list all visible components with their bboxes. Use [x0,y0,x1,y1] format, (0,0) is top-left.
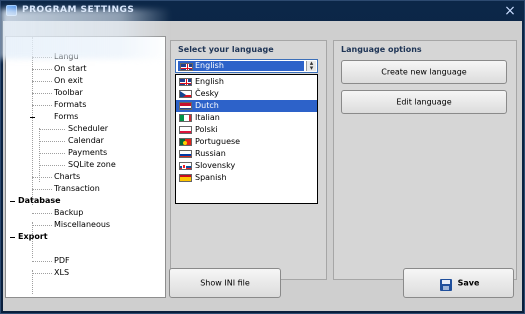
language-option-label: Česky [195,89,219,98]
save-button[interactable]: Save [403,268,514,298]
language-option-dutch[interactable]: Dutch [176,100,317,112]
language-option-italian[interactable]: Italian [176,112,317,124]
tree-item-on-start[interactable]: On start [54,64,87,74]
language-option-czech[interactable]: Česky [176,88,317,100]
blurred-region [1,9,171,59]
chevron-updown-icon[interactable]: ▴ ▾ [306,60,316,72]
language-combobox[interactable]: English ▴ ▾ [175,59,318,73]
save-label: Save [457,278,480,288]
edit-language-label: Edit language [396,97,452,107]
czech-flag-icon [179,90,192,98]
tree-item-xls[interactable]: XLS [54,268,69,278]
tree-item-miscellaneous[interactable]: Miscellaneous [54,220,110,230]
language-option-polski[interactable]: Polski [176,124,317,136]
tree-item-payments[interactable]: Payments [68,148,107,158]
language-select-group: Select your language English ▴ ▾ English… [170,40,327,280]
edit-language-button[interactable]: Edit language [341,90,507,114]
language-option-label: Polski [195,125,218,134]
dutch-flag-icon [179,102,192,110]
client-area: Langu On start On exit Toolbar Formats F… [3,21,522,311]
russian-flag-icon [179,150,192,158]
combo-selected-value: English [178,61,304,71]
collapse-icon[interactable] [10,237,15,238]
language-option-label: Italian [195,113,220,122]
collapse-icon[interactable] [10,201,15,202]
tree-item-formats[interactable]: Formats [54,100,86,110]
language-options-group: Language options Create new language Edi… [333,40,517,280]
language-option-portuguese[interactable]: Portuguese [176,136,317,148]
spanish-flag-icon [179,174,192,182]
polish-flag-icon [179,126,192,134]
settings-window: PROGRAM SETTINGS × [0,0,525,314]
language-options-title: Language options [341,45,422,54]
create-language-label: Create new language [381,67,467,77]
show-ini-label: Show INI file [200,278,250,288]
uk-flag-icon [179,78,192,86]
language-option-english[interactable]: English [176,76,317,88]
tree-item-on-exit[interactable]: On exit [54,76,83,86]
tree-item-forms[interactable]: Forms [54,112,78,122]
tree-item-calendar[interactable]: Calendar [68,136,104,146]
tree-item-charts[interactable]: Charts [54,172,80,182]
language-option-label: Spanish [195,173,227,182]
tree-item-export[interactable]: Export [18,232,48,242]
tree-item-scheduler[interactable]: Scheduler [68,124,108,134]
show-ini-button[interactable]: Show INI file [169,268,281,298]
create-language-button[interactable]: Create new language [341,60,507,84]
collapse-icon[interactable] [30,117,35,118]
tree-item-toolbar[interactable]: Toolbar [54,88,83,98]
language-option-label: English [195,77,224,86]
tree-item-transaction[interactable]: Transaction [54,184,100,194]
italian-flag-icon [179,114,192,122]
language-option-spanish[interactable]: Spanish [176,172,317,184]
close-button[interactable]: × [503,4,517,18]
tree-item-database[interactable]: Database [18,196,61,206]
language-option-label: Dutch [195,101,219,110]
language-select-title: Select your language [178,45,274,54]
language-option-label: Russian [195,149,226,158]
language-option-label: Portuguese [195,137,241,146]
language-dropdown-list: English Česky Dutch Italian Polski Portu… [175,74,318,204]
language-option-russian[interactable]: Russian [176,148,317,160]
settings-tree: Langu On start On exit Toolbar Formats F… [5,36,166,298]
tree-item-pdf[interactable]: PDF [54,256,70,266]
language-option-slovensky[interactable]: Slovensky [176,160,317,172]
combo-selected-label: English [195,61,224,70]
portuguese-flag-icon [179,138,192,146]
language-option-label: Slovensky [195,161,236,170]
tree-item-backup[interactable]: Backup [54,208,83,218]
tree-item-sqlite-zone[interactable]: SQLite zone [68,160,116,170]
slovak-flag-icon [179,162,192,170]
uk-flag-icon [180,63,193,71]
